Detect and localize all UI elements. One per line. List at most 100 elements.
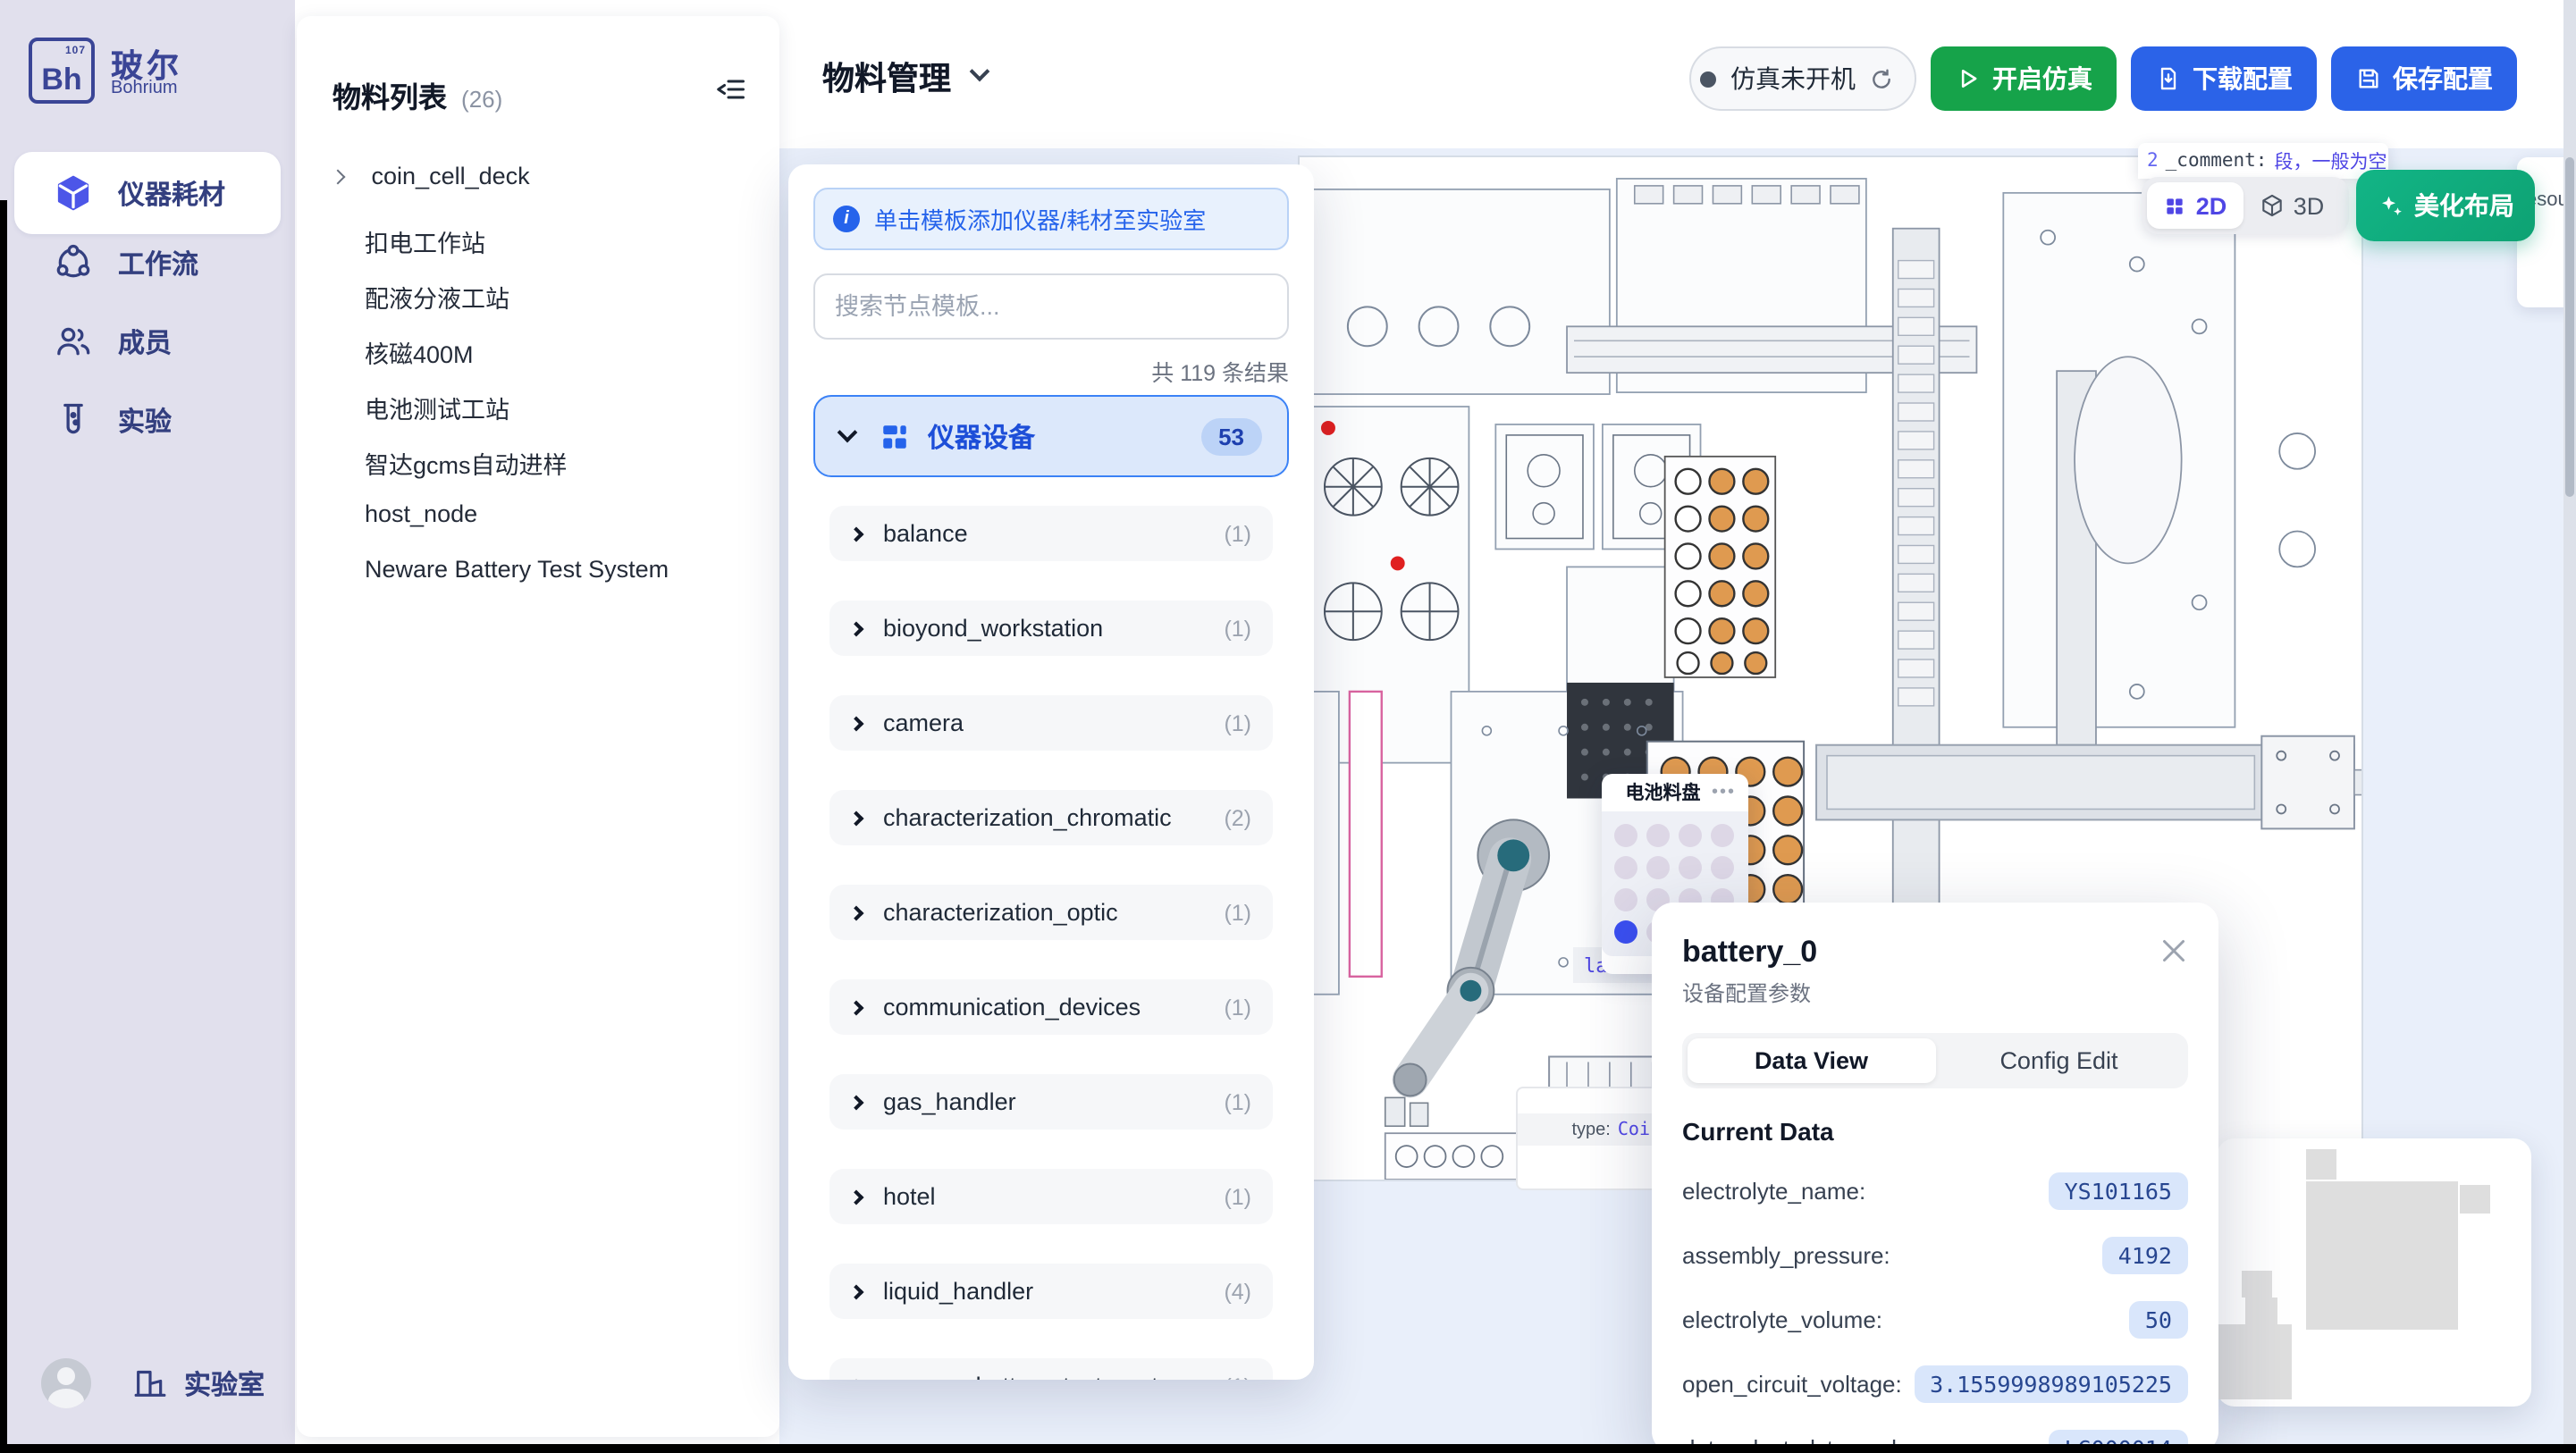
tray-slot[interactable] (1614, 888, 1637, 911)
material-item-label: Neware Battery Test System (365, 556, 669, 583)
material-item[interactable]: 扣电工作站 (365, 223, 485, 259)
section-label: 仪器设备 (928, 417, 1035, 455)
template-search-input[interactable] (813, 273, 1289, 340)
page-title[interactable]: 物料管理 (822, 54, 987, 100)
sidebar-item-instruments[interactable]: 仪器耗材 (14, 152, 281, 234)
materials-header: 物料列表 (26) (333, 73, 502, 116)
refresh-icon[interactable] (1870, 67, 1893, 90)
cube-icon (54, 173, 93, 213)
tooltip-prefix: 2 (2147, 150, 2159, 172)
chevron-right-icon (849, 1189, 864, 1205)
template-row[interactable]: gas_handler(1) (829, 1074, 1273, 1130)
popup-subtitle: 设备配置参数 (1682, 978, 2188, 1008)
sidebar-item-members[interactable]: 成员 (14, 306, 281, 377)
chevron-right-icon (849, 1379, 864, 1380)
template-row[interactable]: camera(1) (829, 695, 1273, 751)
chevron-right-icon (849, 526, 864, 542)
view-3d-button[interactable]: 3D (2243, 182, 2340, 229)
data-row: assembly_pressure: 4192 (1682, 1235, 2188, 1274)
layout-minimap[interactable] (2217, 1138, 2531, 1407)
workflow-icon (54, 243, 93, 282)
sparkles-icon (2377, 192, 2403, 219)
tray-slot[interactable] (1614, 856, 1637, 879)
more-menu-icon[interactable]: ••• (1712, 783, 1736, 802)
members-icon (54, 322, 93, 361)
view-3d-label: 3D (2294, 192, 2325, 219)
hint-banner: i 单击模板添加仪器/耗材至实验室 (813, 188, 1289, 250)
template-row[interactable]: neware_battery_test_system(1) (829, 1358, 1273, 1380)
template-row[interactable]: balance(1) (829, 506, 1273, 561)
tab-data-view[interactable]: Data View (1688, 1038, 1935, 1083)
device-config-popup: battery_0 设备配置参数 Data View Config Edit C… (1652, 903, 2218, 1453)
minimap-block (2306, 1181, 2458, 1330)
template-row[interactable]: communication_devices(1) (829, 979, 1273, 1035)
tray-slot[interactable] (1646, 824, 1670, 847)
sidebar-footer: 实验室 (0, 1340, 295, 1426)
section-instruments[interactable]: 仪器设备 53 (813, 395, 1289, 477)
template-row[interactable]: characterization_chromatic(2) (829, 790, 1273, 845)
chevron-down-icon (838, 423, 858, 443)
material-item-label: 扣电工作站 (365, 231, 485, 257)
material-item[interactable]: 配液分液工站 (365, 279, 509, 315)
minimap-block (2217, 1324, 2292, 1399)
lab-link[interactable]: 实验室 (132, 1365, 265, 1402)
template-row[interactable]: bioyond_workstation(1) (829, 601, 1273, 656)
bohrium-logo-icon: 107 Bh (29, 38, 95, 104)
tray-slot-selected[interactable] (1614, 920, 1637, 944)
start-simulation-button[interactable]: 开启仿真 (1931, 46, 2117, 111)
beautify-layout-button[interactable]: 美化布局 (2356, 170, 2535, 241)
minimap-block (2245, 1298, 2277, 1324)
collapse-list-icon[interactable] (715, 73, 747, 105)
chevron-down-icon (970, 62, 990, 82)
start-simulation-label: 开启仿真 (1992, 61, 2092, 97)
template-row[interactable]: liquid_handler(4) (829, 1264, 1273, 1319)
material-item[interactable]: host_node (365, 500, 477, 527)
avatar[interactable] (41, 1358, 91, 1408)
save-config-button[interactable]: 保存配置 (2331, 46, 2517, 111)
sim-status-label: 仿真未开机 (1730, 61, 1856, 97)
material-item[interactable]: 智达gcms自动进样 (365, 445, 568, 481)
popup-section-title: Current Data (1682, 1117, 2188, 1146)
view-2d-button[interactable]: 2D (2147, 182, 2243, 229)
sidebar-item-experiments[interactable]: 实验 (14, 384, 281, 456)
logo-number: 107 (65, 46, 86, 57)
tray-slot[interactable] (1614, 824, 1637, 847)
tray-slot[interactable] (1711, 824, 1734, 847)
data-row: open_circuit_voltage: 3.1559998989105225 (1682, 1364, 2188, 1403)
sim-status-pill[interactable]: 仿真未开机 (1689, 46, 1916, 111)
minimap-block (2460, 1185, 2490, 1214)
battery-tray-title: 电池料盘 (1614, 779, 1712, 806)
tray-slot[interactable] (1679, 856, 1702, 879)
material-item[interactable]: 核磁400M (365, 334, 474, 370)
close-icon[interactable] (2158, 935, 2190, 967)
chevron-right-icon (849, 810, 864, 826)
sidebar-item-label: 成员 (118, 323, 172, 360)
tray-slot[interactable] (1679, 824, 1702, 847)
materials-panel: 物料列表 (26) coin_cell_deck 扣电工作站 配液分液工站 核磁… (297, 16, 779, 1437)
material-item-label: 电池测试工站 (365, 397, 509, 424)
tab-config-edit[interactable]: Config Edit (1935, 1038, 2183, 1083)
material-item[interactable]: Neware Battery Test System (365, 556, 669, 583)
scrollbar-thumb[interactable] (2565, 157, 2574, 497)
window-edge-left (0, 200, 7, 1453)
material-item[interactable]: 电池测试工站 (365, 390, 509, 425)
chevron-right-icon (849, 1284, 864, 1299)
type-key: type: (1572, 1120, 1611, 1139)
download-config-button[interactable]: 下载配置 (2131, 46, 2317, 111)
template-row[interactable]: characterization_optic(1) (829, 885, 1273, 940)
template-row[interactable]: hotel(1) (829, 1169, 1273, 1224)
grid-icon (880, 421, 910, 451)
popup-title: battery_0 (1682, 935, 2188, 970)
tray-slot[interactable] (1711, 856, 1734, 879)
page-title-label: 物料管理 (822, 54, 951, 100)
results-count: 共 119 条结果 (813, 354, 1289, 382)
sidebar-item-workflow[interactable]: 工作流 (14, 227, 281, 298)
template-rows: balance(1) bioyond_workstation(1) camera… (813, 506, 1289, 1380)
main-header: 物料管理 仿真未开机 开启仿真 下载配置 保存配置 (779, 0, 2576, 148)
hint-banner-label: 单击模板添加仪器/耗材至实验室 (874, 202, 1206, 236)
tray-slot[interactable] (1646, 856, 1670, 879)
chevron-right-icon (849, 621, 864, 636)
material-item-expandable[interactable]: coin_cell_deck (333, 163, 530, 189)
test-tube-icon (54, 400, 93, 440)
view-mode-toggle: 2D 3D (2142, 177, 2349, 234)
